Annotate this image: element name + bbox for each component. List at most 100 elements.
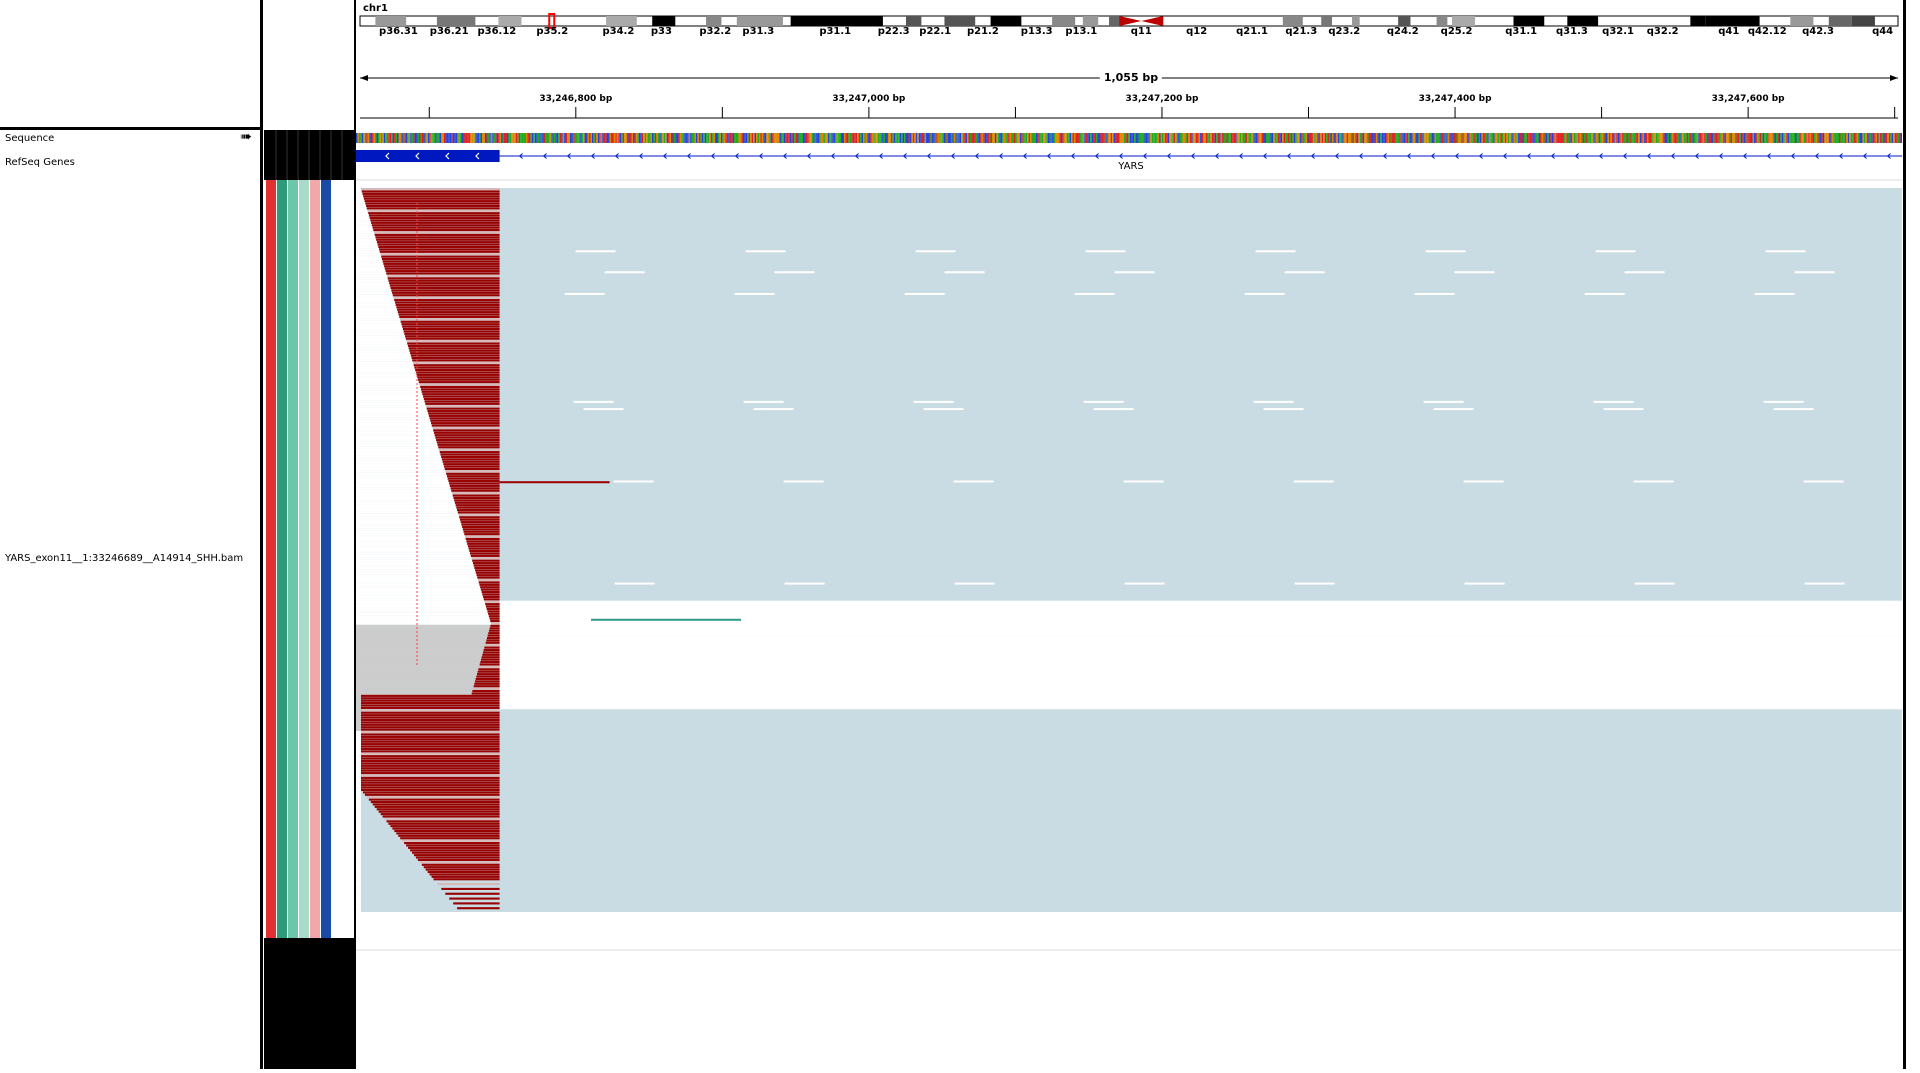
sequence-base	[1254, 133, 1256, 143]
read-gap-mark	[915, 250, 956, 253]
sequence-base	[1784, 133, 1787, 143]
sequence-base	[1286, 133, 1288, 143]
sequence-base	[1707, 133, 1709, 143]
read-gap-mark	[1464, 582, 1505, 585]
sequence-base	[942, 133, 944, 143]
panel-divider-left[interactable]	[260, 0, 263, 1069]
strand-arrow-icon[interactable]: ➠	[240, 130, 252, 144]
sequence-base	[912, 133, 915, 143]
sequence-base	[1849, 133, 1851, 143]
sequence-base	[786, 133, 789, 143]
sequence-base	[909, 133, 912, 143]
read-unaligned	[356, 866, 361, 869]
sequence-base	[1264, 133, 1267, 143]
softclip-segment	[372, 803, 500, 806]
sequence-base	[864, 133, 866, 143]
bam-track-label[interactable]: YARS_exon11__1:33246689__A14914_SHH.bam	[5, 553, 243, 564]
read-unaligned	[356, 788, 361, 792]
read-unaligned	[356, 600, 485, 604]
ruler-tick-label: 33,247,200 bp	[1125, 94, 1199, 104]
softclip-segment	[453, 902, 500, 905]
sequence-base	[1562, 133, 1564, 143]
sequence-base	[764, 133, 767, 143]
softclip-segment	[437, 443, 500, 446]
sequence-track-label[interactable]: Sequence	[5, 133, 54, 144]
read-unaligned	[356, 202, 366, 205]
softclip-segment	[447, 477, 500, 480]
sequence-base	[1186, 133, 1189, 143]
sequence-base	[1038, 133, 1041, 143]
sequence-base	[792, 133, 795, 143]
sequence-base	[446, 133, 449, 143]
sequence-base	[1372, 133, 1375, 143]
sequence-base	[1342, 133, 1344, 143]
gene-name-label[interactable]: YARS	[1118, 161, 1143, 172]
softclip-segment	[361, 788, 500, 792]
sequence-base	[1242, 133, 1245, 143]
sequence-base	[1248, 133, 1250, 143]
sequence-base	[665, 133, 667, 143]
sequence-base	[1084, 133, 1086, 143]
ideogram-band-label: p31.3	[742, 26, 775, 37]
sequence-base	[1255, 133, 1258, 143]
read-gap-mark	[604, 271, 645, 274]
sequence-base	[1824, 133, 1826, 143]
read-gap-mark	[613, 480, 654, 483]
sequence-base	[978, 133, 981, 143]
scrollbar-track[interactable]	[1903, 0, 1920, 1069]
sequence-base	[476, 133, 478, 143]
softclip-segment	[472, 562, 500, 565]
sequence-base	[1531, 133, 1533, 143]
sequence-base	[1141, 133, 1143, 143]
read-gap-mark	[1253, 400, 1294, 403]
sequence-base	[1775, 133, 1778, 143]
read-unaligned	[356, 195, 364, 198]
softclip-segment	[361, 704, 500, 707]
read-unaligned	[356, 424, 432, 427]
read-unaligned	[356, 455, 442, 459]
sequence-base	[693, 133, 695, 143]
softclip-segment	[361, 767, 500, 770]
sequence-base	[1884, 133, 1886, 143]
softclip-segment	[414, 366, 500, 369]
softclip-segment	[396, 832, 500, 835]
attribute-column	[299, 180, 309, 938]
read-unaligned	[356, 890, 361, 893]
attribute-columns[interactable]	[262, 0, 356, 1069]
sequence-base	[489, 133, 491, 143]
sequence-base	[625, 133, 628, 143]
sequence-base	[1500, 133, 1502, 143]
chromosome-name[interactable]: chr1	[363, 3, 388, 14]
read-unaligned	[356, 188, 361, 191]
sequence-base	[1652, 133, 1655, 143]
read-unaligned	[356, 496, 454, 500]
sequence-base	[377, 133, 380, 143]
softclip-segment	[368, 214, 500, 217]
read-unaligned	[356, 542, 468, 546]
sequence-base	[1683, 133, 1686, 143]
sequence-base	[1773, 133, 1775, 143]
sequence-base	[1569, 133, 1571, 143]
sequence-base	[1730, 133, 1733, 143]
read-unaligned	[356, 385, 421, 389]
refseq-track-label[interactable]: RefSeq Genes	[5, 157, 75, 168]
sequence-base	[1125, 133, 1127, 143]
sequence-base	[1208, 133, 1211, 143]
read-gap-mark	[1754, 292, 1795, 295]
read-unaligned	[356, 504, 456, 507]
sequence-base	[1179, 133, 1182, 143]
softclip-segment	[444, 467, 500, 471]
sequence-base	[1893, 133, 1895, 143]
read-unaligned	[356, 284, 390, 287]
sequence-base	[1759, 133, 1762, 143]
read-gap-mark	[1803, 480, 1844, 483]
sequence-base	[961, 133, 963, 143]
read-unaligned	[356, 501, 455, 505]
sequence-base	[1767, 133, 1769, 143]
sequence-base	[800, 133, 802, 143]
sequence-base	[1301, 133, 1303, 143]
sequence-base	[1271, 133, 1274, 143]
sequence-base	[1802, 133, 1804, 143]
sequence-base	[1157, 133, 1160, 143]
softclip-segment	[393, 296, 500, 299]
